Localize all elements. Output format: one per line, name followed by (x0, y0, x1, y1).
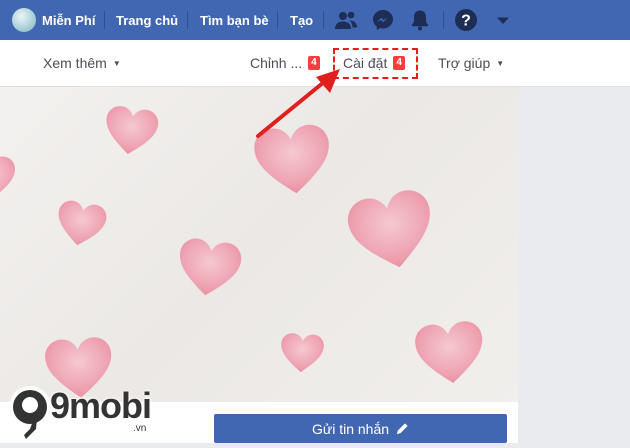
friend-requests-icon[interactable] (334, 8, 358, 32)
create-link[interactable]: Tạo (290, 0, 313, 40)
more-menu[interactable]: Xem thêm ▼ (43, 40, 121, 86)
nav-divider (443, 11, 444, 29)
top-navigation-bar: Miễn Phí Trang chủ Tìm bạn bè Tạo ? (0, 0, 630, 40)
help-menu[interactable]: Trợ giúp ▼ (438, 40, 504, 86)
send-message-button[interactable]: Gửi tin nhắn (214, 414, 507, 443)
pencil-icon (397, 422, 408, 434)
nav-divider (104, 11, 105, 29)
find-friends-link[interactable]: Tìm bạn bè (200, 0, 269, 40)
more-caret-icon: ▼ (112, 58, 121, 68)
logo-suffix: .vn (133, 423, 147, 434)
profile-name-link[interactable]: Miễn Phí (42, 0, 95, 40)
account-menu-caret-icon[interactable] (491, 8, 515, 32)
send-message-label: Gửi tin nhắn (311, 420, 390, 437)
nav-divider (277, 11, 278, 29)
profile-avatar[interactable] (12, 8, 36, 32)
notifications-bell-icon[interactable] (408, 8, 432, 32)
pointer-arrow-icon (256, 69, 340, 138)
nav-divider (187, 11, 188, 29)
help-menu-label: Trợ giúp (438, 55, 491, 71)
nav-divider (323, 11, 324, 29)
more-menu-label: Xem thêm (43, 55, 107, 71)
help-question-icon[interactable]: ? (454, 8, 478, 32)
help-caret-icon: ▼ (496, 58, 505, 68)
home-link[interactable]: Trang chủ (116, 0, 178, 40)
logo-text: 9mobi (50, 385, 152, 426)
messenger-icon[interactable] (371, 8, 395, 32)
9mobi-watermark: 9mobi .vn (0, 383, 160, 443)
svg-text:?: ? (461, 13, 471, 30)
